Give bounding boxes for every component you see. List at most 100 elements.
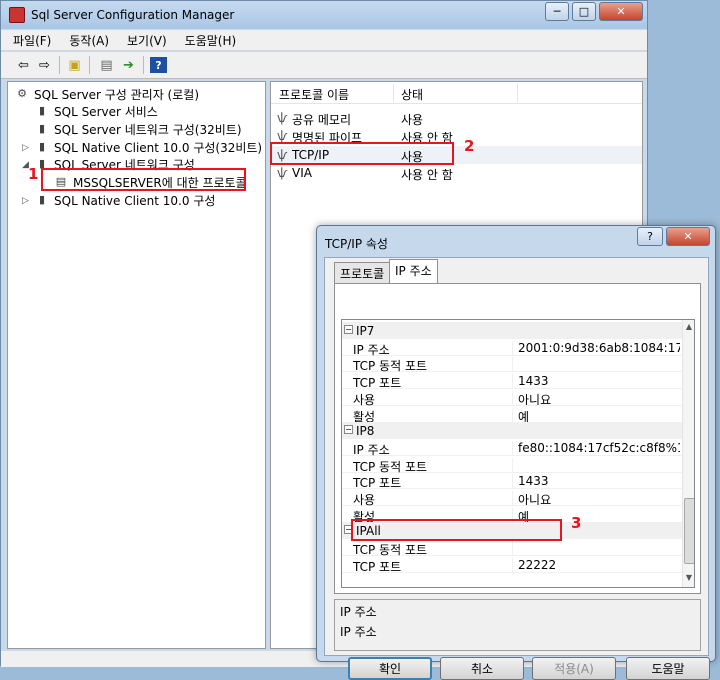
maximize-button[interactable]: □	[572, 2, 596, 21]
property-name: TCP 포트	[353, 476, 402, 491]
property-name: TCP 동적 포트	[353, 459, 428, 474]
category-label: IP7	[356, 324, 375, 338]
tab-protocol[interactable]: 프로토콜	[334, 262, 391, 283]
property-name: IP 주소	[353, 342, 390, 357]
column-protocol-name[interactable]: 프로토콜 이름	[279, 86, 349, 103]
apply-button[interactable]: 적용(A)	[532, 657, 616, 680]
protocol-icon: ѱ	[277, 129, 288, 143]
property-row[interactable]: 활성 예	[342, 406, 682, 424]
help-icon[interactable]: ?	[150, 57, 167, 73]
list-row[interactable]: ѱ 공유 메모리 사용	[272, 109, 642, 127]
toolbar: ⇦ ⇨ ▣ ▤ ➔ ?	[1, 52, 647, 79]
client-icon: ▮	[38, 193, 46, 206]
description-text: IP 주소	[340, 625, 377, 639]
list-row[interactable]: ѱ VIA 사용 안 함	[272, 164, 642, 182]
property-value[interactable]: 아니요	[512, 491, 680, 505]
close-button[interactable]: ✕	[599, 2, 643, 21]
highlight-box	[351, 519, 562, 541]
tree-item-native-client[interactable]: ▮ SQL Native Client 10.0 구성	[35, 191, 215, 209]
description-pane: IP 주소 IP 주소	[334, 599, 701, 651]
tab-ip-address[interactable]: IP 주소	[389, 259, 438, 283]
menu-bar: 파일(F) 동작(A) 보기(V) 도움말(H)	[1, 30, 647, 51]
tree-item-native-client-32[interactable]: ▮ SQL Native Client 10.0 구성(32비트)	[35, 138, 262, 156]
protocol-icon: ѱ	[277, 111, 288, 125]
annotation-number: 1	[28, 165, 39, 183]
dialog-help-button[interactable]: ?	[637, 227, 663, 246]
dialog-close-button[interactable]: ✕	[666, 227, 710, 246]
config-manager-icon: ⚙	[17, 87, 27, 100]
tree-item-services[interactable]: ▮ SQL Server 서비스	[35, 102, 158, 120]
property-name: TCP 동적 포트	[353, 543, 428, 558]
menu-view[interactable]: 보기(V)	[127, 32, 167, 49]
help-button[interactable]: 도움말	[626, 657, 710, 680]
property-name: TCP 포트	[353, 559, 402, 574]
minimize-button[interactable]: ─	[545, 2, 569, 21]
property-name: 활성	[353, 409, 376, 424]
protocol-icon: ѱ	[277, 166, 288, 180]
property-value[interactable]: fe80::1084:17cf52c:c8f8%13	[512, 440, 680, 455]
property-row[interactable]: TCP 포트 1433	[342, 372, 682, 391]
tree-pane: ⚙ SQL Server 구성 관리자 (로컬) ▮ SQL Server 서비…	[7, 81, 266, 649]
property-row[interactable]: TCP 동적 포트	[342, 456, 682, 474]
property-row[interactable]: 사용 아니요	[342, 489, 682, 507]
expand-arrow-icon[interactable]: ▷	[22, 143, 29, 153]
property-value[interactable]: 1433	[512, 474, 680, 489]
property-row[interactable]: TCP 동적 포트	[342, 355, 682, 374]
category-label: IP8	[356, 424, 375, 439]
property-row[interactable]: TCP 포트 22222	[342, 556, 682, 574]
property-row[interactable]: IP 주소 fe80::1084:17cf52c:c8f8%13	[342, 439, 682, 457]
column-state[interactable]: 상태	[401, 86, 423, 103]
property-name: 사용	[353, 392, 376, 407]
expand-arrow-icon[interactable]: ▷	[22, 196, 29, 206]
property-category[interactable]: − IP7	[342, 322, 682, 339]
property-value[interactable]: 22222	[512, 557, 680, 572]
properties-icon[interactable]: ▤	[98, 57, 115, 73]
menu-action[interactable]: 동작(A)	[69, 32, 109, 49]
server-icon: ▮	[38, 104, 46, 117]
app-icon	[9, 7, 25, 23]
annotation-number: 2	[464, 137, 475, 155]
export-icon[interactable]: ➔	[120, 57, 137, 73]
property-name: 사용	[353, 493, 376, 507]
property-name: TCP 포트	[353, 376, 402, 391]
property-name: TCP 동적 포트	[353, 359, 428, 374]
back-arrow-icon[interactable]: ⇦	[15, 57, 32, 73]
property-value[interactable]: 아니요	[512, 390, 680, 405]
collapse-icon[interactable]: −	[344, 425, 353, 435]
property-category[interactable]: − IP8	[342, 422, 682, 440]
vertical-scrollbar[interactable]: ▲ ▼	[682, 320, 694, 587]
collapse-icon[interactable]: −	[344, 325, 353, 334]
ip-address-panel: −IP7IP 주소2001:0:9d38:6ab8:1084:17cf52c:c…	[334, 283, 701, 594]
menu-file[interactable]: 파일(F)	[13, 32, 51, 49]
highlight-box	[41, 168, 246, 191]
ok-button[interactable]: 확인	[348, 657, 432, 680]
annotation-number: 3	[571, 514, 582, 532]
menu-help[interactable]: 도움말(H)	[185, 32, 237, 49]
property-value[interactable]: 2001:0:9d38:6ab8:1084:17cf52c:c8	[512, 340, 680, 355]
client-icon: ▮	[38, 140, 46, 153]
forward-arrow-icon[interactable]: ⇨	[36, 57, 53, 73]
dialog-title: TCP/IP 속성	[325, 237, 388, 251]
tree-root[interactable]: ⚙ SQL Server 구성 관리자 (로컬)	[15, 85, 199, 103]
cancel-button[interactable]: 취소	[440, 657, 524, 680]
list-header: 프로토콜 이름 상태	[271, 82, 642, 104]
property-row[interactable]: IP 주소 2001:0:9d38:6ab8:1084:17cf52c:c8	[342, 339, 682, 357]
highlight-box	[270, 142, 454, 165]
property-row[interactable]: TCP 동적 포트	[342, 539, 682, 558]
property-row[interactable]: 사용 아니요	[342, 389, 682, 407]
property-value[interactable]	[512, 457, 680, 472]
description-title: IP 주소	[340, 605, 377, 619]
tree-item-network-32[interactable]: ▮ SQL Server 네트워크 구성(32비트)	[35, 120, 242, 138]
scroll-up-arrow-icon[interactable]: ▲	[683, 321, 694, 333]
title-bar: Sql Server Configuration Manager ─ □ ✕	[1, 1, 647, 29]
folder-up-icon[interactable]: ▣	[66, 57, 83, 73]
property-value[interactable]	[512, 357, 680, 372]
property-row[interactable]: TCP 포트 1433	[342, 472, 682, 491]
property-value[interactable]: 1433	[512, 374, 680, 389]
property-value[interactable]	[512, 541, 680, 556]
scroll-down-arrow-icon[interactable]: ▼	[683, 572, 694, 584]
property-value[interactable]: 예	[512, 407, 680, 422]
property-name: IP 주소	[353, 442, 390, 457]
scroll-thumb[interactable]	[684, 498, 694, 564]
property-grid: −IP7IP 주소2001:0:9d38:6ab8:1084:17cf52c:c…	[341, 319, 695, 588]
